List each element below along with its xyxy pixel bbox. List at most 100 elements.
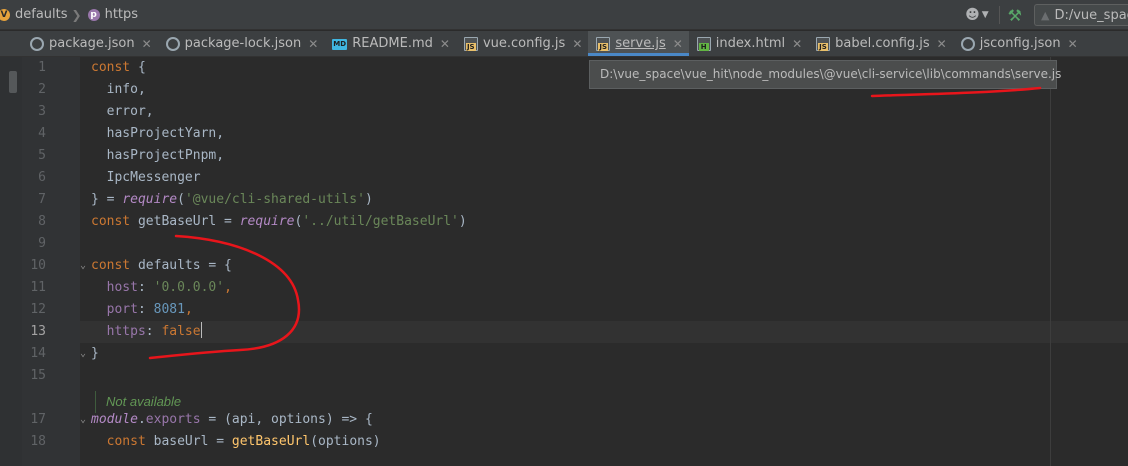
code-text: error, <box>91 101 154 123</box>
fold-marker-icon[interactable]: ⌄ <box>80 343 86 365</box>
fold-marker-icon[interactable]: ⌄ <box>80 255 86 277</box>
code-token: exports <box>145 412 201 427</box>
tab-label: vue.config.js <box>482 36 566 51</box>
tab-vue-config-js[interactable]: vue.config.js ✕ <box>456 31 588 56</box>
run-configuration-selector[interactable]: ▲ D:/vue_space <box>1034 4 1128 26</box>
code-line[interactable]: 9 <box>0 233 1128 255</box>
line-number: 12 <box>30 302 46 317</box>
line-number: 18 <box>30 434 46 449</box>
line-number: 14 <box>30 346 46 361</box>
tab-jsconfig-json[interactable]: jsconfig.json ✕ <box>953 31 1084 56</box>
tab-index-html[interactable]: index.html ✕ <box>689 31 808 56</box>
build-hammer-icon[interactable]: ⚒ <box>1008 6 1022 25</box>
code-token: } <box>91 346 99 361</box>
tab-package-lock-json[interactable]: package-lock.json ✕ <box>158 31 325 56</box>
code-token: hasProjectYarn, <box>91 126 225 141</box>
code-text: } = require('@vue/cli-shared-utils') <box>91 189 373 211</box>
close-icon[interactable]: ✕ <box>572 37 582 51</box>
close-icon[interactable]: ✕ <box>1068 37 1078 51</box>
code-token: defaults = { <box>137 258 232 273</box>
code-text: port: 8081, <box>91 299 193 321</box>
html-file-icon <box>696 36 711 51</box>
tab-label: index.html <box>715 36 786 51</box>
code-token: const <box>91 60 138 75</box>
gear-file-icon <box>960 36 975 51</box>
code-token: (options) <box>310 434 381 449</box>
code-line[interactable]: 18 const baseUrl = getBaseUrl(options) <box>0 431 1128 453</box>
code-text: const baseUrl = getBaseUrl(options) <box>91 431 381 453</box>
close-icon[interactable]: ✕ <box>673 37 683 51</box>
code-text: https: false <box>91 321 202 343</box>
code-line[interactable]: 5 hasProjectPnpm, <box>0 145 1128 167</box>
code-line[interactable]: 10 ⌄ const defaults = { <box>0 255 1128 277</box>
code-text: hasProjectPnpm, <box>91 145 224 167</box>
close-icon[interactable]: ✕ <box>792 37 802 51</box>
tab-scroll-left-icon[interactable] <box>0 31 22 56</box>
code-token: false <box>161 324 201 339</box>
code-line[interactable]: 12 port: 8081, <box>0 299 1128 321</box>
close-icon[interactable]: ✕ <box>937 37 947 51</box>
tab-readme-md[interactable]: README.md ✕ <box>324 31 456 56</box>
markdown-file-icon <box>332 39 348 50</box>
tab-package-json[interactable]: package.json ✕ <box>22 31 158 56</box>
close-icon[interactable]: ✕ <box>308 37 318 51</box>
code-editor[interactable]: 1 const {2 info, 3 error, 4 hasProjectYarn,… <box>0 57 1128 466</box>
close-icon[interactable]: ✕ <box>142 37 152 51</box>
code-token: , <box>184 302 193 317</box>
code-line[interactable]: 6 IpcMessenger <box>0 167 1128 189</box>
code-line[interactable]: 7} = require('@vue/cli-shared-utils') <box>0 189 1128 211</box>
breadcrumb-label: defaults <box>15 7 68 22</box>
p-badge-icon: p <box>87 8 100 21</box>
code-line[interactable]: 11 host: '0.0.0.0', <box>0 277 1128 299</box>
line-number: 8 <box>38 214 46 229</box>
editor-tab-bar: package.json ✕ package-lock.json ✕ READM… <box>0 31 1128 57</box>
user-menu-button[interactable]: ☻ ▼ <box>965 7 989 23</box>
tab-label: package.json <box>49 36 135 51</box>
tab-serve-js[interactable]: serve.js ✕ <box>588 31 690 56</box>
code-token: ( <box>177 192 185 207</box>
line-number: 10 <box>30 258 46 273</box>
chevron-down-icon: ▼ <box>981 10 989 20</box>
line-number: 1 <box>38 60 46 75</box>
code-text: const { <box>91 57 146 79</box>
line-number: 17 <box>30 412 46 427</box>
tab-babel-config-js[interactable]: babel.config.js ✕ <box>808 31 953 56</box>
v-badge-icon: V <box>0 8 10 21</box>
close-icon[interactable]: ✕ <box>440 37 450 51</box>
code-line[interactable]: 4 hasProjectYarn, <box>0 123 1128 145</box>
code-token: getBaseUrl <box>231 434 311 449</box>
code-token: } = <box>91 192 123 207</box>
run-config-icon: ▲ <box>1041 8 1050 22</box>
breadcrumb-item-https[interactable]: p https <box>87 0 138 30</box>
code-token: : <box>137 280 154 295</box>
line-number: 11 <box>30 280 46 295</box>
code-line[interactable]: 14 ⌄} <box>0 343 1128 365</box>
code-token: port <box>91 302 138 317</box>
code-token: = (api, options) => { <box>200 412 373 427</box>
tab-label: serve.js <box>615 36 666 51</box>
code-token: hasProjectPnpm, <box>91 148 225 163</box>
code-token: error, <box>91 104 154 119</box>
code-line[interactable]: 3 error, <box>0 101 1128 123</box>
code-line[interactable]: 8 const getBaseUrl = require('../util/get… <box>0 211 1128 233</box>
code-token: : <box>137 302 154 317</box>
code-token: require <box>239 214 295 229</box>
fold-marker-icon[interactable]: ⌄ <box>80 409 86 431</box>
js-file-icon <box>816 36 831 51</box>
code-line[interactable]: 13 https: false <box>0 321 1128 343</box>
breadcrumb-item-defaults[interactable]: V defaults <box>0 0 68 30</box>
code-token: https <box>91 324 146 339</box>
user-icon: ☻ <box>965 7 980 23</box>
code-text: host: '0.0.0.0', <box>91 277 232 299</box>
code-token: . <box>137 412 146 427</box>
code-token: '@vue/cli-shared-utils' <box>184 192 365 207</box>
code-token: : <box>145 324 162 339</box>
code-line[interactable]: 15 <box>0 365 1128 387</box>
code-token: baseUrl = <box>153 434 232 449</box>
tab-label: babel.config.js <box>835 36 930 51</box>
code-token: getBaseUrl = <box>137 214 240 229</box>
tab-label: README.md <box>352 36 433 51</box>
code-token: info, <box>91 82 146 97</box>
code-token: , <box>224 280 232 295</box>
code-token: 8081 <box>153 302 185 317</box>
